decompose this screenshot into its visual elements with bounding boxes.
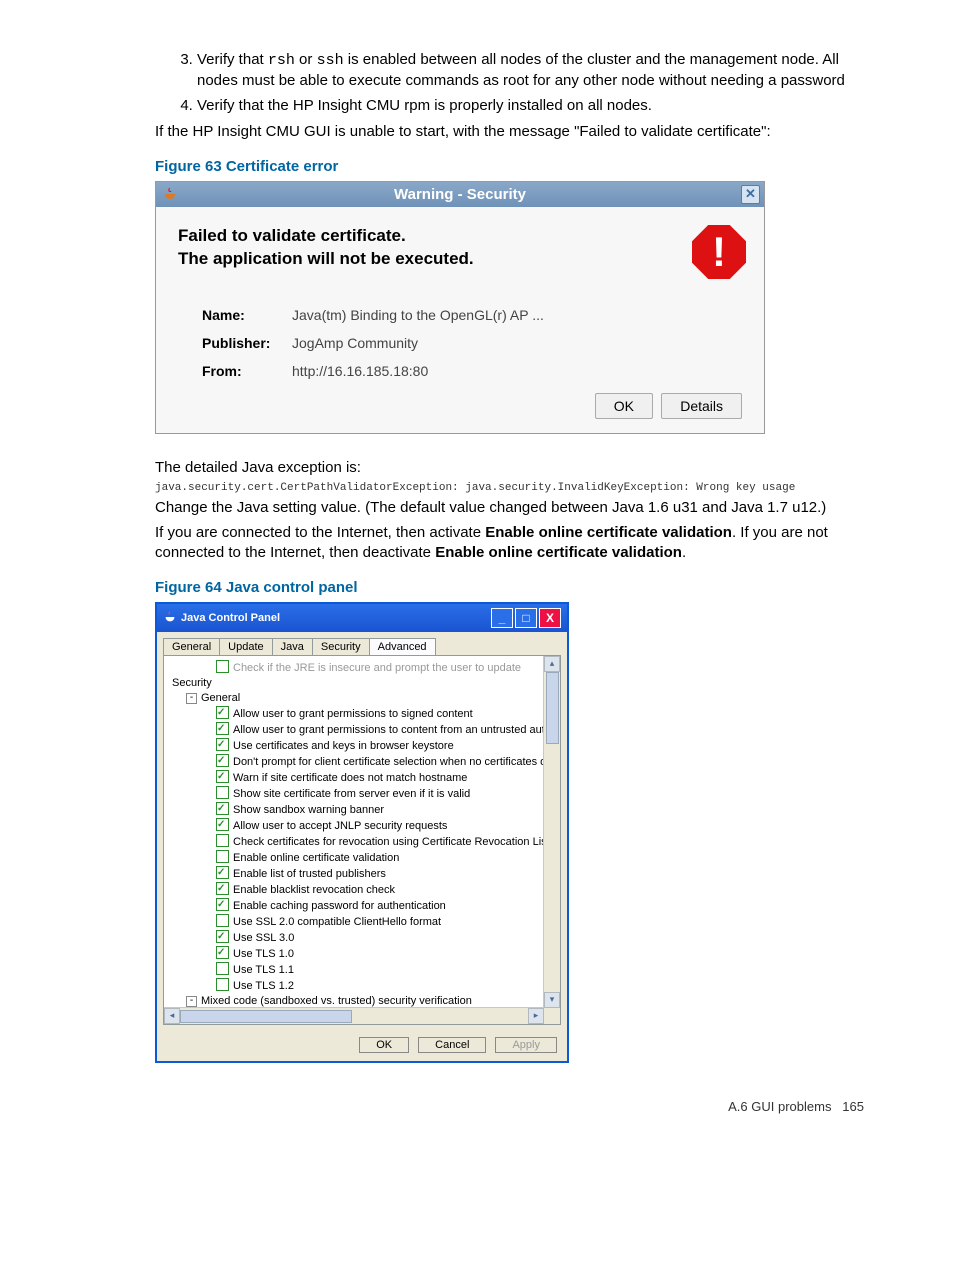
- tab-bar: General Update Java Security Advanced: [157, 632, 567, 655]
- tree-item-11[interactable]: Enable blacklist revocation check: [172, 882, 556, 898]
- tree-item-9[interactable]: Enable online certificate validation: [172, 850, 556, 866]
- name-label: Name:: [202, 307, 292, 323]
- window-title-text: Java Control Panel: [181, 612, 489, 624]
- enable-cert-paragraph: If you are connected to the Internet, th…: [155, 523, 864, 564]
- exception-intro: The detailed Java exception is:: [155, 458, 864, 478]
- scrollbar-horizontal[interactable]: ◂ ▸: [164, 1007, 544, 1024]
- tree-item-10[interactable]: Enable list of trusted publishers: [172, 866, 556, 882]
- tree-item-0[interactable]: Allow user to grant permissions to signe…: [172, 706, 556, 722]
- close-icon[interactable]: ✕: [741, 185, 760, 204]
- tree-item-cutoff[interactable]: Check if the JRE is insecure and prompt …: [172, 660, 556, 676]
- scroll-thumb-vertical[interactable]: [546, 672, 559, 744]
- warning-details: Name: Java(tm) Binding to the OpenGL(r) …: [202, 307, 746, 379]
- scroll-thumb-horizontal[interactable]: [180, 1010, 352, 1023]
- tree-item-16[interactable]: Use TLS 1.1: [172, 962, 556, 978]
- tree-item-14[interactable]: Use SSL 3.0: [172, 930, 556, 946]
- tree-item-13[interactable]: Use SSL 2.0 compatible ClientHello forma…: [172, 914, 556, 930]
- apply-button[interactable]: Apply: [495, 1037, 557, 1053]
- close-icon[interactable]: X: [539, 608, 561, 628]
- scrollbar-vertical[interactable]: ▴ ▾: [543, 656, 560, 1008]
- tree-item-12[interactable]: Enable caching password for authenticati…: [172, 898, 556, 914]
- minimize-icon[interactable]: _: [491, 608, 513, 628]
- tree-item-15[interactable]: Use TLS 1.0: [172, 946, 556, 962]
- publisher-value: JogAmp Community: [292, 335, 418, 351]
- window-titlebar: Java Control Panel _ □ X: [157, 604, 567, 632]
- java-control-panel: Java Control Panel _ □ X General Update …: [155, 602, 569, 1063]
- exception-code: java.security.cert.CertPathValidatorExce…: [155, 482, 864, 494]
- warning-dialog: Warning - Security ✕ Failed to validate …: [155, 181, 765, 434]
- tree-item-5[interactable]: Show site certificate from server even i…: [172, 786, 556, 802]
- figure-63-caption: Figure 63 Certificate error: [155, 158, 864, 175]
- tree-item-1[interactable]: Allow user to grant permissions to conte…: [172, 722, 556, 738]
- tree-node-general[interactable]: -General: [172, 691, 556, 706]
- java-icon: [163, 610, 177, 627]
- intro-paragraph: If the HP Insight CMU GUI is unable to s…: [155, 122, 864, 142]
- tab-update[interactable]: Update: [219, 638, 272, 655]
- publisher-label: Publisher:: [202, 335, 292, 351]
- scroll-up-icon[interactable]: ▴: [544, 656, 560, 672]
- step-3: Verify that rsh or ssh is enabled betwee…: [197, 50, 864, 92]
- tree-item-7[interactable]: Allow user to accept JNLP security reque…: [172, 818, 556, 834]
- instruction-list: Verify that rsh or ssh is enabled betwee…: [155, 50, 864, 116]
- name-value: Java(tm) Binding to the OpenGL(r) AP ...: [292, 307, 544, 323]
- page-footer: A.6 GUI problems 165: [155, 1099, 864, 1114]
- step-4: Verify that the HP Insight CMU rpm is pr…: [197, 96, 864, 116]
- details-button[interactable]: Details: [661, 393, 742, 419]
- scroll-left-icon[interactable]: ◂: [164, 1008, 180, 1024]
- scroll-right-icon[interactable]: ▸: [528, 1008, 544, 1024]
- tab-java[interactable]: Java: [272, 638, 313, 655]
- figure-64-caption: Figure 64 Java control panel: [155, 579, 864, 596]
- scroll-down-icon[interactable]: ▾: [544, 992, 560, 1008]
- tab-advanced[interactable]: Advanced: [369, 638, 436, 655]
- tree-item-8[interactable]: Check certificates for revocation using …: [172, 834, 556, 850]
- java-icon: [162, 186, 178, 202]
- warning-heading: Failed to validate certificate. The appl…: [178, 225, 682, 271]
- tree-node-security[interactable]: Security: [172, 676, 556, 691]
- dialog-titlebar: Warning - Security ✕: [156, 182, 764, 207]
- tab-general[interactable]: General: [163, 638, 220, 655]
- tree-item-6[interactable]: Show sandbox warning banner: [172, 802, 556, 818]
- tree-item-3[interactable]: Don't prompt for client certificate sele…: [172, 754, 556, 770]
- from-label: From:: [202, 363, 292, 379]
- tab-security[interactable]: Security: [312, 638, 370, 655]
- settings-tree[interactable]: Check if the JRE is insecure and prompt …: [164, 656, 560, 1024]
- tree-item-2[interactable]: Use certificates and keys in browser key…: [172, 738, 556, 754]
- alert-icon: !: [692, 225, 746, 279]
- from-value: http://16.16.185.18:80: [292, 363, 428, 379]
- ok-button[interactable]: OK: [359, 1037, 409, 1053]
- cancel-button[interactable]: Cancel: [418, 1037, 486, 1053]
- dialog-title-text: Warning - Security: [394, 186, 526, 203]
- change-setting-paragraph: Change the Java setting value. (The defa…: [155, 498, 864, 518]
- tree-item-4[interactable]: Warn if site certificate does not match …: [172, 770, 556, 786]
- tree-item-17[interactable]: Use TLS 1.2: [172, 978, 556, 994]
- maximize-icon[interactable]: □: [515, 608, 537, 628]
- ok-button[interactable]: OK: [595, 393, 653, 419]
